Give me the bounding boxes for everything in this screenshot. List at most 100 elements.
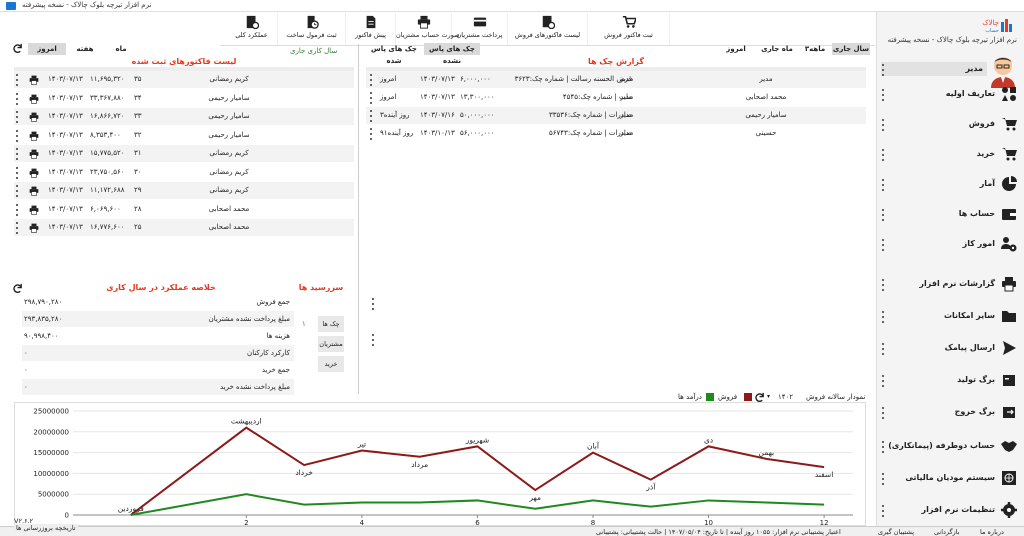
check-row[interactable]: ۳روز آینده ۱۴۰۳/۰۷/۱۶ ۵۰,۰۰۰,۰۰۰ صادرات | ش… bbox=[366, 107, 866, 124]
more-dots-icon[interactable] bbox=[880, 505, 886, 517]
toolbar-customer-statement-button[interactable]: صورت حساب مشتریان bbox=[396, 13, 460, 45]
refresh-icon[interactable] bbox=[12, 283, 23, 294]
toolbar-overall-performance-button[interactable]: عملکرد کلی bbox=[226, 13, 278, 45]
printer-icon[interactable] bbox=[28, 168, 40, 178]
more-dots-icon[interactable] bbox=[14, 148, 20, 160]
toolbar-new-sale-invoice-button[interactable]: ثبت فاکتور فروش bbox=[588, 13, 670, 45]
due-purchase-button[interactable]: خرید bbox=[318, 356, 344, 372]
more-dots-icon[interactable] bbox=[14, 92, 20, 105]
sidebar-item-send-sms[interactable]: ارسال پیامک bbox=[877, 334, 1024, 364]
printer-icon[interactable] bbox=[28, 223, 40, 233]
backup-button[interactable]: پشتیبان گیری bbox=[878, 528, 914, 536]
due-customers-button[interactable]: مشتریان bbox=[318, 336, 344, 352]
more-dots-icon[interactable] bbox=[370, 334, 376, 346]
more-dots-icon[interactable] bbox=[880, 89, 886, 101]
more-dots-icon[interactable] bbox=[368, 74, 374, 86]
toolbar-sale-invoice-list-button[interactable]: لیست فاکتورهای فروش bbox=[508, 13, 588, 45]
tab-month[interactable]: ماه bbox=[101, 43, 141, 55]
printer-icon[interactable] bbox=[28, 112, 40, 122]
tab-3-months[interactable]: ۳ماهه bbox=[798, 43, 832, 55]
sidebar-item-basic-definitions[interactable]: تعاریف اولیه bbox=[877, 80, 1024, 110]
more-dots-icon[interactable] bbox=[14, 111, 20, 123]
printer-icon bbox=[417, 15, 430, 29]
restore-button[interactable]: بازگردانی bbox=[934, 528, 960, 536]
toolbar-customer-payments-button[interactable]: پرداخت مشتریان bbox=[452, 13, 508, 45]
more-dots-icon[interactable] bbox=[880, 119, 886, 131]
invoice-amount: ۱۱,۶۹۵,۳۲۰ bbox=[90, 75, 125, 83]
more-dots-icon[interactable] bbox=[14, 129, 20, 142]
sidebar-item-tax-system[interactable]: سیستم مودیان مالیاتی bbox=[877, 464, 1024, 494]
more-dots-icon[interactable] bbox=[880, 343, 886, 355]
tab-current-year[interactable]: سال جاری bbox=[832, 43, 870, 55]
invoice-row[interactable]: ۱۴۰۳/۰۷/۱۳ ۱۵,۷۷۵,۵۲۰ ۳۱ کریم رمضانی bbox=[14, 145, 354, 162]
more-dots-icon[interactable] bbox=[368, 92, 374, 104]
sidebar-item-other-features[interactable]: سایر امکانات bbox=[877, 302, 1024, 332]
more-dots-icon[interactable] bbox=[880, 375, 886, 387]
check-row[interactable]: امروز ۱۴۰۳/۰۷/۱۳ ۶,۰۰۰,۰۰۰ قرض الحسنه رسالت… bbox=[366, 71, 866, 88]
printer-icon[interactable] bbox=[28, 149, 40, 159]
invoice-row[interactable]: ۱۴۰۳/۰۷/۱۳ ۱۶,۷۷۶,۶۰۰ ۲۵ محمد اصحابی bbox=[14, 219, 354, 236]
tab-paid-checks[interactable]: چک های پاس شده bbox=[366, 43, 422, 65]
tab-today[interactable]: امروز bbox=[28, 43, 66, 55]
check-row[interactable]: امروز ۱۴۰۳/۰۷/۱۳ ۱۳,۳۰۰,۰۰۰ ملت | شماره چک:… bbox=[366, 89, 866, 106]
sidebar-item-settings[interactable]: تنظیمات نرم افزار bbox=[877, 496, 1024, 526]
more-dots-icon[interactable] bbox=[880, 149, 886, 161]
more-dots-icon[interactable] bbox=[368, 110, 374, 122]
more-dots-icon[interactable] bbox=[880, 209, 886, 221]
printer-icon[interactable] bbox=[28, 94, 40, 104]
invoice-row[interactable]: ۱۴۰۳/۰۷/۱۳ ۲۳,۷۵۰,۵۶۰ ۳۰ کریم رمضانی bbox=[14, 164, 354, 181]
invoice-row[interactable]: ۱۴۰۳/۰۷/۱۳ ۶,۰۶۹,۶۰۰ ۲۸ محمد اصحابی bbox=[14, 201, 354, 218]
more-dots-icon[interactable] bbox=[14, 166, 20, 179]
sidebar-item-reports[interactable]: گزارشات نرم افزار bbox=[877, 270, 1024, 300]
invoice-row[interactable]: ۱۴۰۳/۰۷/۱۳ ۱۱,۶۹۵,۳۲۰ ۳۵ کریم رمضانی bbox=[14, 71, 354, 88]
sidebar-item-sales[interactable]: فروش bbox=[877, 110, 1024, 140]
more-dots-icon[interactable] bbox=[880, 407, 886, 419]
y-tick-label: 15000000 bbox=[33, 449, 69, 457]
more-dots-icon[interactable] bbox=[880, 441, 886, 453]
printer-icon[interactable] bbox=[28, 186, 40, 196]
due-checks-button[interactable]: چک ها bbox=[318, 316, 344, 332]
check-row[interactable]: ۹۱روز آینده ۱۴۰۳/۱۰/۱۳ ۵۶,۰۰۰,۰۰۰ صادرات | … bbox=[366, 125, 866, 142]
printer-icon[interactable] bbox=[28, 205, 40, 215]
sidebar-item-purchase[interactable]: خرید bbox=[877, 140, 1024, 170]
about-button[interactable]: درباره ما bbox=[980, 528, 1004, 536]
tab-current-month[interactable]: ماه جاری bbox=[756, 43, 798, 55]
sidebar-item-work-affairs[interactable]: امور کاز bbox=[877, 230, 1024, 260]
more-dots-icon[interactable] bbox=[14, 222, 20, 234]
check-registered-by: مدیر bbox=[620, 93, 634, 101]
sidebar-item-exit-sheet[interactable]: برگ خروج bbox=[877, 398, 1024, 428]
update-history-button[interactable]: تاریخچه بروزرسانی ها bbox=[14, 524, 78, 532]
more-dots-icon[interactable] bbox=[370, 298, 376, 310]
more-dots-icon[interactable] bbox=[880, 311, 886, 323]
sidebar-item-contractor-account[interactable]: حساب دوطرفه (پیمانکاری) bbox=[877, 432, 1024, 462]
current-user[interactable]: مدیر bbox=[881, 62, 987, 76]
user-menu-dots-icon[interactable] bbox=[880, 64, 886, 76]
toolbar-proforma-button[interactable]: پیش فاکتور bbox=[346, 13, 396, 45]
more-dots-icon[interactable] bbox=[880, 473, 886, 485]
tab-unpaid-checks[interactable]: چک های پاس نشده bbox=[424, 43, 480, 65]
refresh-icon[interactable] bbox=[12, 43, 23, 54]
more-dots-icon[interactable] bbox=[880, 279, 886, 291]
toolbar-formula-button[interactable]: ثبت فرمول ساخت bbox=[278, 13, 346, 45]
tab-checks-today[interactable]: امروز bbox=[718, 43, 754, 55]
more-dots-icon[interactable] bbox=[880, 239, 886, 251]
more-dots-icon[interactable] bbox=[14, 74, 20, 86]
more-dots-icon[interactable] bbox=[368, 128, 374, 140]
sidebar-item-statistics[interactable]: آمار bbox=[877, 170, 1024, 200]
sidebar-item-production-sheet[interactable]: برگ تولید bbox=[877, 366, 1024, 396]
invoice-row[interactable]: ۱۴۰۳/۰۷/۱۳ ۱۱,۱۷۲,۶۸۸ ۲۹ کریم رمضانی bbox=[14, 182, 354, 199]
tab-week[interactable]: هفته bbox=[68, 43, 102, 55]
sidebar-item-accounts[interactable]: حساب ها bbox=[877, 200, 1024, 230]
chart-year[interactable]: ۱۴۰۲ bbox=[778, 393, 793, 401]
more-dots-icon[interactable] bbox=[14, 185, 20, 197]
chevron-down-icon[interactable]: ▾ bbox=[767, 393, 770, 400]
invoice-row[interactable]: ۱۴۰۳/۰۷/۱۳ ۱۶,۸۶۶,۷۲۰ ۳۳ سامیار رحیمی bbox=[14, 108, 354, 125]
invoice-row[interactable]: ۱۴۰۳/۰۷/۱۳ ۳۳,۳۶۷,۸۸۰ ۳۴ سامیار رحیمی bbox=[14, 90, 354, 107]
invoice-customer: کریم رمضانی bbox=[209, 186, 249, 194]
more-dots-icon[interactable] bbox=[14, 203, 20, 216]
wallet-icon bbox=[1002, 209, 1016, 220]
printer-icon[interactable] bbox=[28, 75, 40, 85]
printer-icon[interactable] bbox=[28, 131, 40, 141]
more-dots-icon[interactable] bbox=[880, 179, 886, 191]
invoice-row[interactable]: ۱۴۰۳/۰۷/۱۳ ۸,۳۵۳,۴۰۰ ۳۲ سامیار رحیمی bbox=[14, 127, 354, 144]
